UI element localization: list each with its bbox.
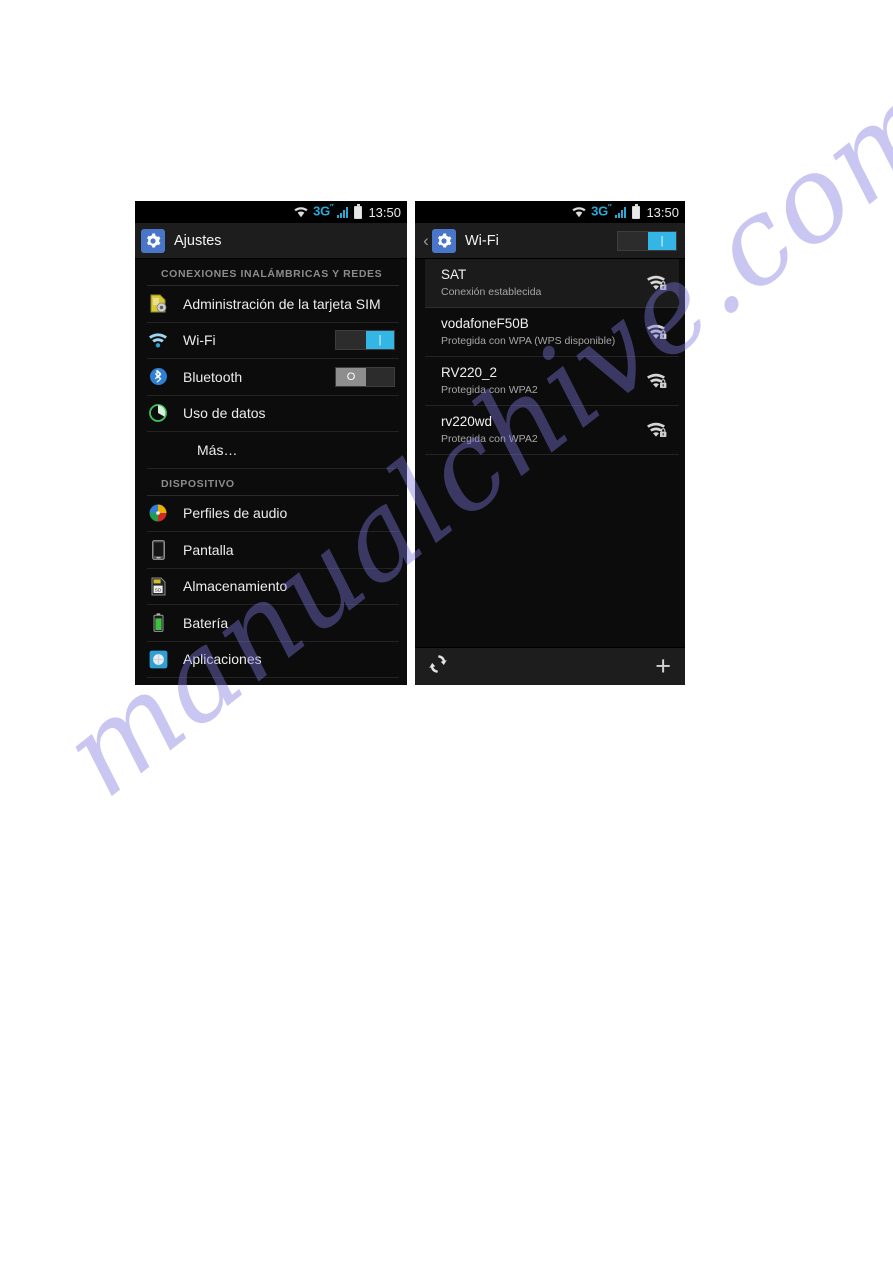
settings-list: CONEXIONES INALÁMBRICAS Y REDES Administ… (135, 259, 407, 685)
section-header-wireless: CONEXIONES INALÁMBRICAS Y REDES (147, 259, 399, 286)
wifi-ssid: SAT (441, 266, 467, 282)
settings-row-data-usage[interactable]: Uso de datos (147, 396, 399, 432)
section-header-device: DISPOSITIVO (147, 469, 399, 496)
settings-row-label: Uso de datos (183, 405, 266, 422)
bluetooth-toggle-switch[interactable]: O (335, 366, 395, 387)
settings-row-label: Aplicaciones (183, 651, 262, 668)
settings-row-label: Almacenamiento (183, 578, 288, 595)
signal-bars-icon (615, 206, 627, 218)
data-usage-icon (147, 402, 169, 424)
sim-card-icon (147, 293, 169, 315)
audio-profiles-icon (147, 502, 169, 524)
wifi-signal-secure-icon (645, 371, 669, 391)
wifi-ssid: RV220_2 (441, 364, 498, 380)
settings-row-label: Wi-Fi (183, 332, 216, 349)
wifi-icon (147, 329, 169, 351)
settings-row-label: Batería (183, 614, 229, 631)
wifi-toggle-thumb: | (648, 231, 676, 250)
wifi-footer-bar: + (415, 647, 685, 685)
wifi-status: Protegida con WPA2 (441, 432, 538, 445)
wifi-ssid: vodafoneF50B (441, 315, 529, 331)
bluetooth-toggle-thumb: O (336, 367, 366, 386)
applications-icon (147, 648, 169, 670)
status-bar-clock: 13:50 (646, 204, 679, 220)
svg-text:SD: SD (154, 587, 161, 592)
storage-icon: SD (147, 575, 169, 597)
wifi-status: Conexión establecida (441, 285, 542, 298)
status-bar-clock: 13:50 (368, 204, 401, 220)
wifi-network-item[interactable]: RV220_2 Protegida con WPA2 (425, 357, 679, 406)
settings-row-battery[interactable]: Batería (147, 605, 399, 642)
settings-row-label: Pantalla (183, 541, 234, 558)
wifi-network-item[interactable]: rv220wd Protegida con WPA2 (425, 406, 679, 455)
wifi-signal-secure-icon (645, 322, 669, 342)
battery-icon (354, 203, 363, 219)
settings-row-display[interactable]: Pantalla (147, 532, 399, 569)
wifi-toggle-switch[interactable]: | (335, 330, 395, 351)
wifi-status: Protegida con WPA (WPS disponible) (441, 334, 616, 347)
settings-row-audio-profiles[interactable]: Perfiles de audio (147, 496, 399, 532)
add-network-button[interactable]: + (655, 653, 671, 680)
wifi-network-item[interactable]: SAT Conexión establecida (425, 259, 679, 308)
settings-gear-icon[interactable] (432, 228, 456, 253)
wifi-network-item[interactable]: vodafoneF50B Protegida con WPA (WPS disp… (425, 308, 679, 357)
wifi-icon (571, 206, 587, 218)
wifi-toggle-switch[interactable]: | (617, 230, 677, 251)
wifi-toggle-thumb: | (366, 331, 394, 350)
display-icon (147, 539, 169, 561)
settings-row-label: Bluetooth (183, 368, 243, 385)
page-title: Ajustes (174, 232, 222, 249)
status-bar: 3G″ 13:50 (135, 201, 407, 223)
page-title: Wi-Fi (465, 232, 499, 249)
wifi-network-list: SAT Conexión establecida vodafoneF50B Pr… (415, 259, 685, 647)
signal-bars-icon (337, 206, 349, 218)
back-chevron-icon[interactable]: ‹ (421, 232, 431, 249)
bluetooth-icon (147, 366, 169, 388)
settings-row-label: Perfiles de audio (183, 505, 288, 522)
wifi-phone-screenshot: 3G″ 13:50 ‹ Wi-Fi | SAT Conexión estable… (415, 201, 685, 685)
battery-icon (632, 203, 641, 219)
settings-action-bar: Ajustes (135, 223, 407, 259)
settings-row-label: Administración de la tarjeta SIM (183, 295, 381, 312)
settings-row-label: Más… (197, 441, 238, 458)
wifi-ssid: rv220wd (441, 413, 493, 429)
scan-refresh-icon[interactable] (427, 653, 449, 680)
wifi-action-bar: ‹ Wi-Fi | (415, 223, 685, 259)
settings-row-sim[interactable]: Administración de la tarjeta SIM (147, 286, 399, 323)
network-type-label: 3G″ (313, 203, 334, 219)
settings-row-wifi[interactable]: Wi-Fi | (147, 323, 399, 359)
battery-icon (147, 612, 169, 634)
settings-phone-screenshot: 3G″ 13:50 Ajustes CONEXIONES INALÁMBRICA… (135, 201, 407, 685)
wifi-icon (293, 206, 309, 218)
settings-gear-icon (141, 228, 165, 253)
wifi-status: Protegida con WPA2 (441, 383, 538, 396)
status-bar: 3G″ 13:50 (415, 201, 685, 223)
settings-row-applications[interactable]: Aplicaciones (147, 642, 399, 678)
settings-row-more[interactable]: Más… (147, 432, 399, 469)
settings-row-bluetooth[interactable]: Bluetooth O (147, 359, 399, 396)
section-header-personal: PERSONAL (147, 678, 399, 685)
network-type-label: 3G″ (591, 203, 612, 219)
wifi-signal-secure-icon (645, 420, 669, 440)
settings-row-storage[interactable]: SD Almacenamiento (147, 569, 399, 605)
wifi-signal-secure-icon (645, 273, 669, 293)
